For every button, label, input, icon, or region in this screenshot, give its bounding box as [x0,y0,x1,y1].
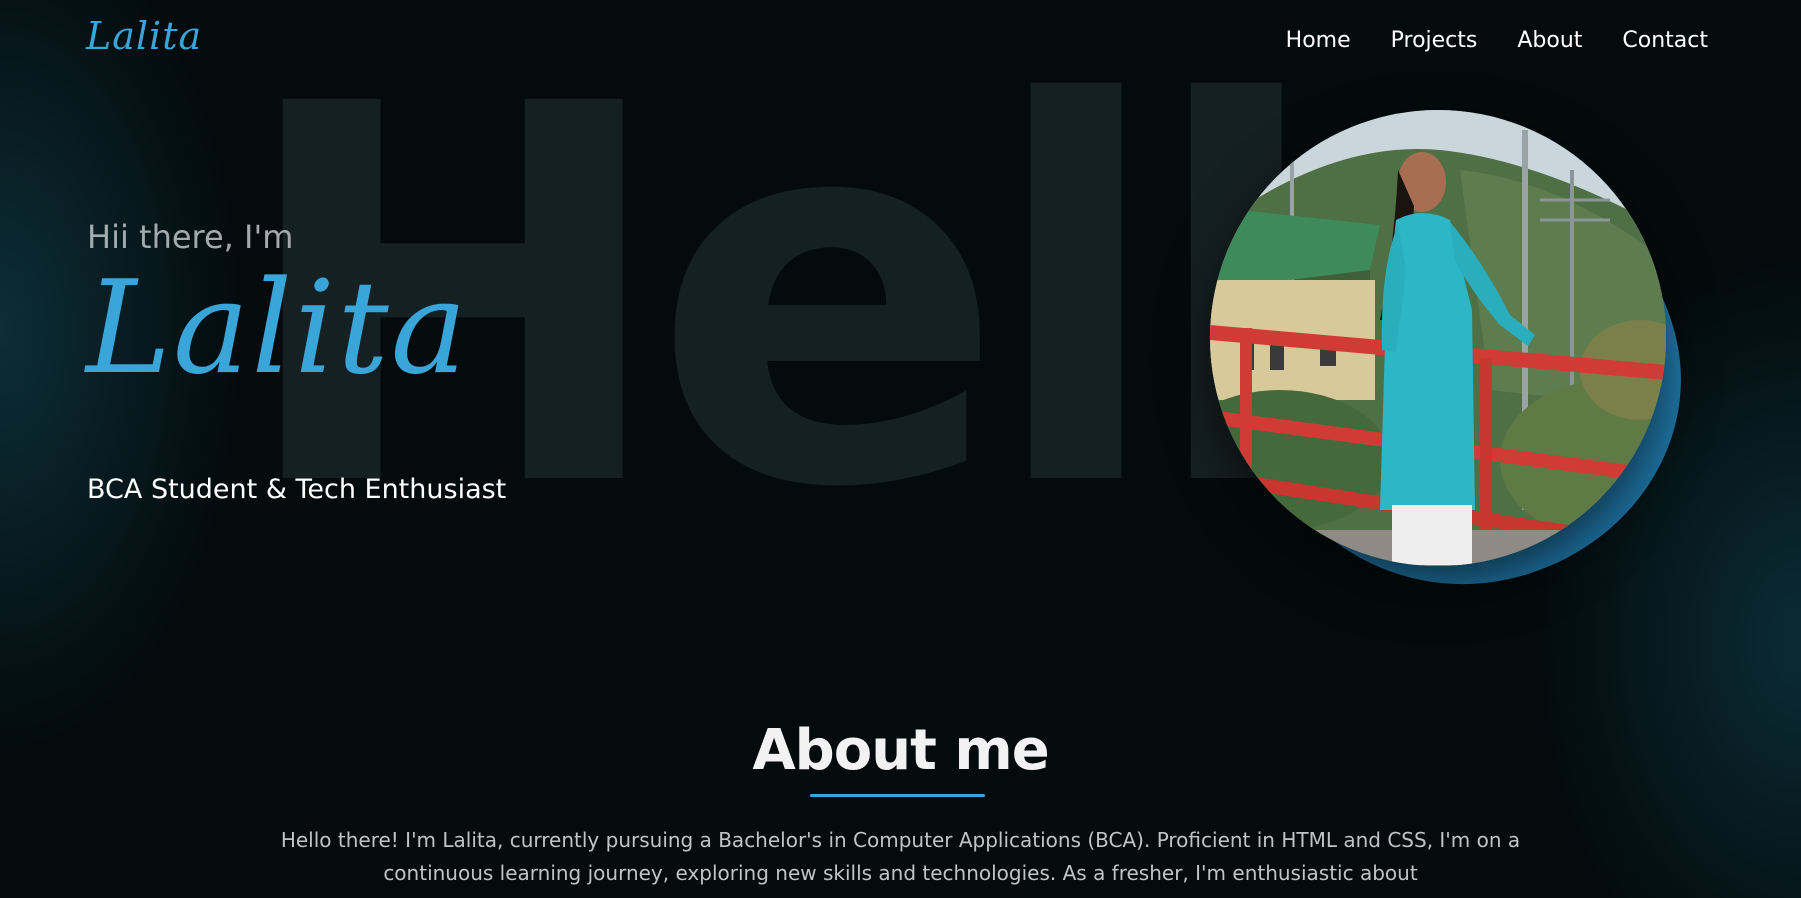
portfolio-page: Hello Lalita Home Projects About Contact… [0,0,1801,898]
hero-greeting: Hii there, I'm [87,218,294,256]
hero-name: Lalita [86,254,469,403]
hero-subtitle: BCA Student & Tech Enthusiast [87,474,507,505]
about-description: Hello there! I'm Lalita, currently pursu… [280,828,1521,885]
nav-link-home[interactable]: Home [1286,28,1351,53]
site-logo[interactable]: Lalita [86,14,202,58]
nav-link-contact[interactable]: Contact [1622,28,1708,53]
profile-photo-illustration [1210,110,1666,566]
about-title: About me [752,718,1049,783]
nav-link-about[interactable]: About [1517,28,1582,53]
main-nav: Home Projects About Contact [1286,28,1708,53]
nav-link-projects[interactable]: Projects [1391,28,1478,53]
about-title-underline [810,794,985,797]
profile-photo [1210,110,1666,566]
